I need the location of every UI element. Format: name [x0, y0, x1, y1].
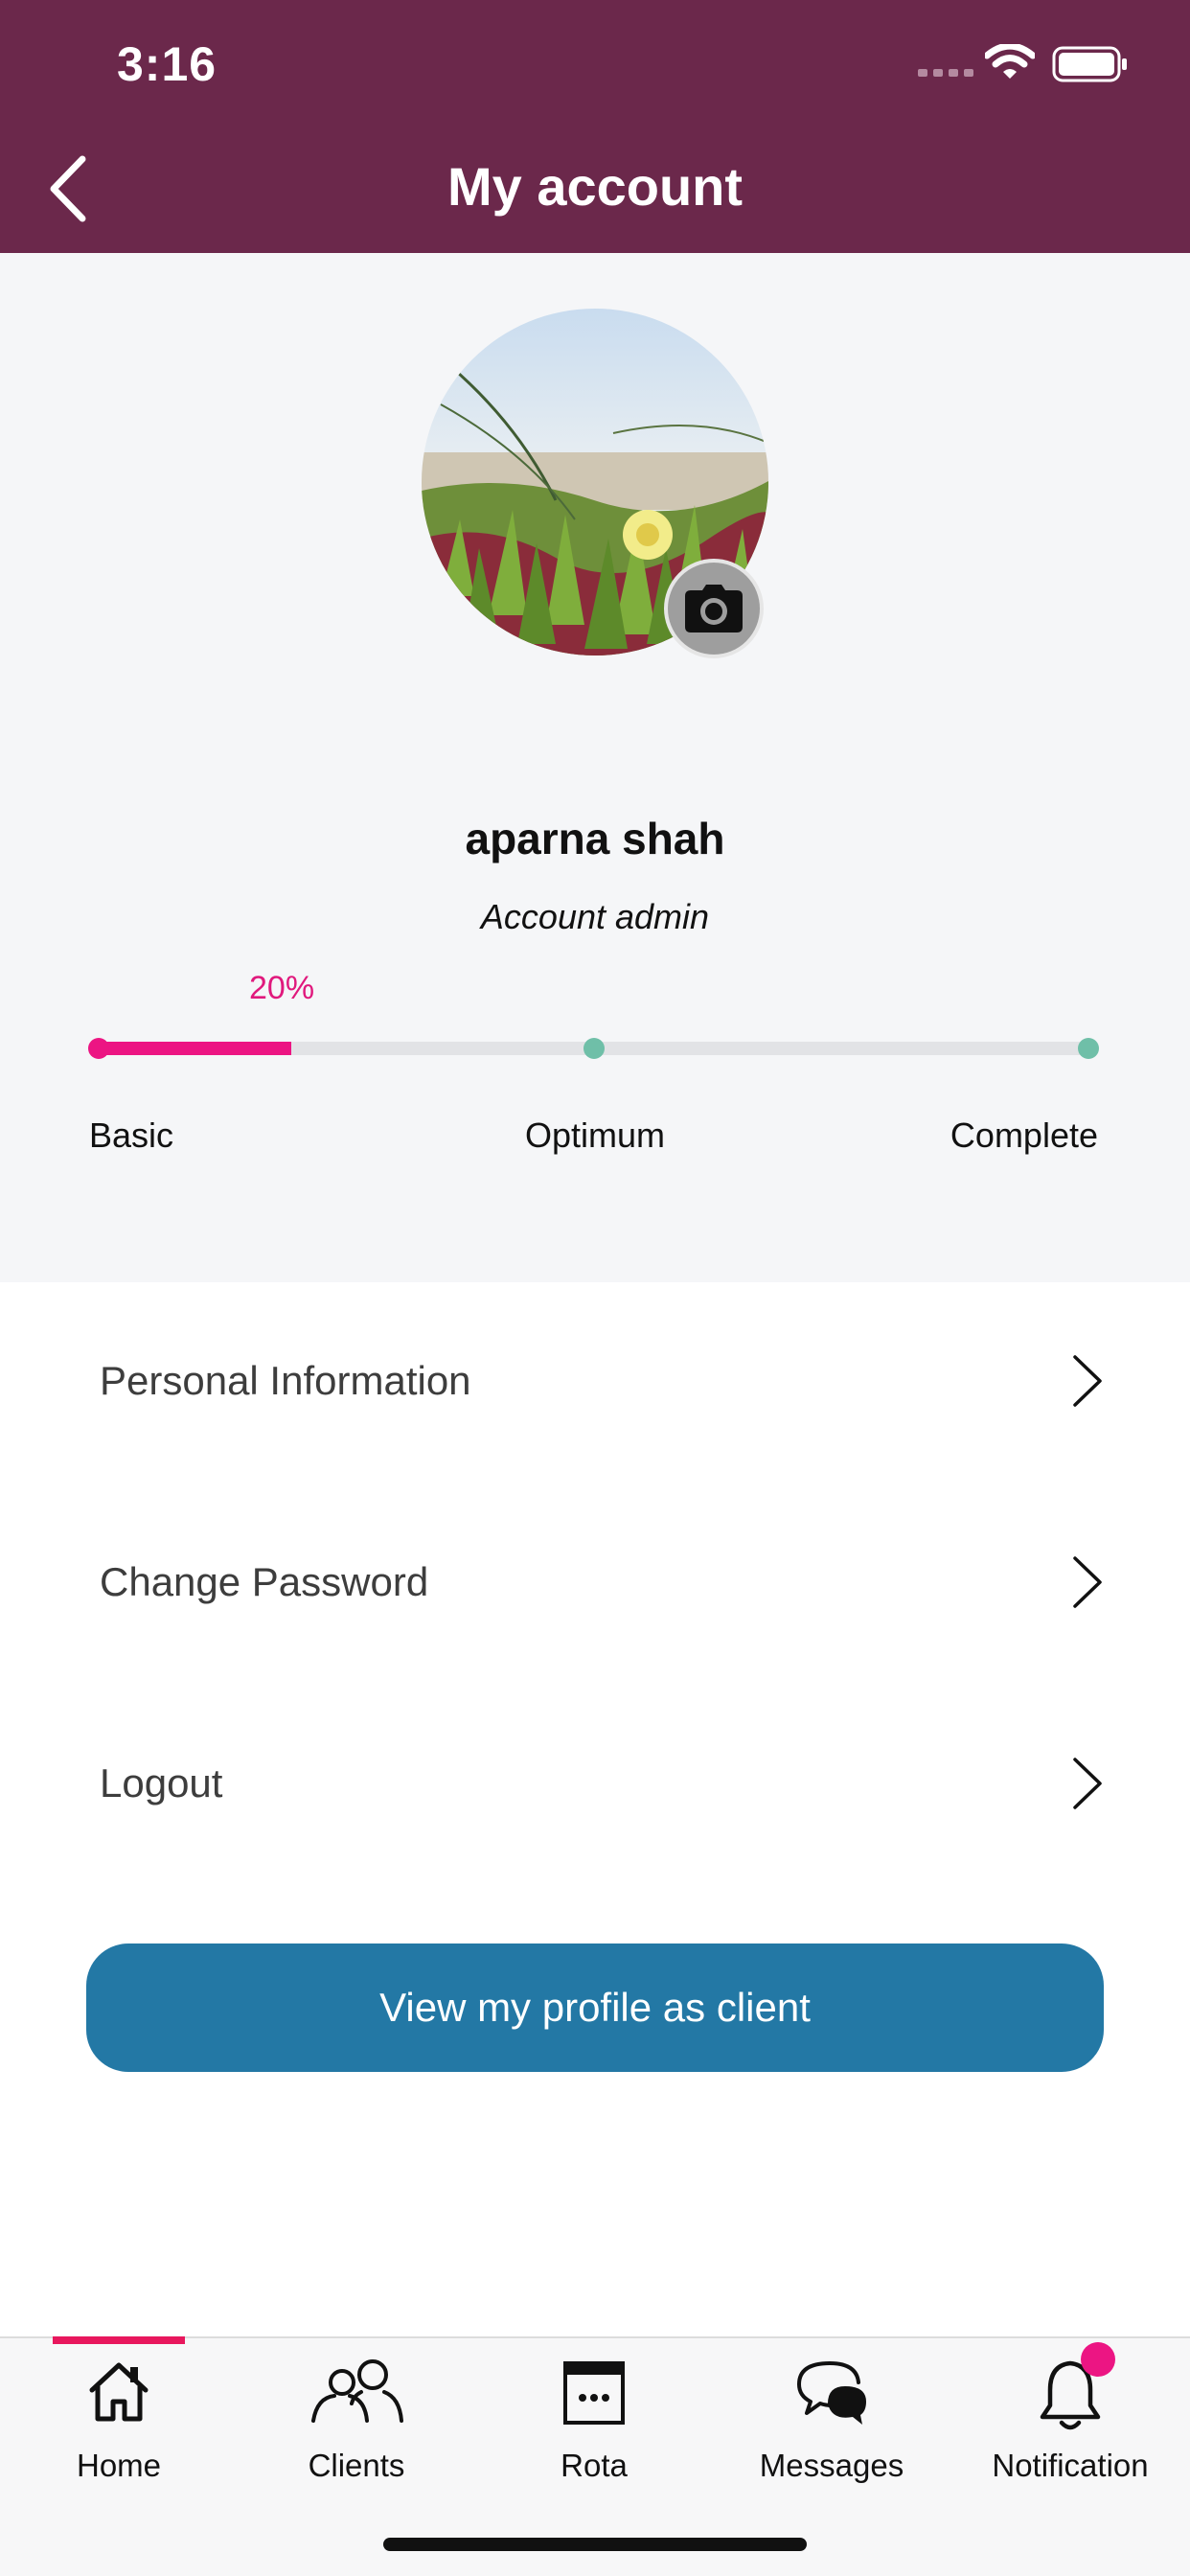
- notification-badge: [1081, 2342, 1115, 2377]
- cellular-signal-icon: [918, 69, 973, 77]
- tab-label: Notification: [992, 2448, 1149, 2483]
- menu-item-label: Change Password: [100, 1559, 429, 1604]
- chevron-right-icon: [1073, 1758, 1102, 1809]
- tab-home[interactable]: Home: [0, 2336, 238, 2520]
- user-role: Account admin: [480, 897, 710, 936]
- menu-item-personal-information[interactable]: Personal Information: [0, 1309, 1190, 1453]
- chevron-right-icon: [1073, 1355, 1102, 1407]
- tab-label: Home: [76, 2448, 162, 2483]
- milestone-label-complete: Complete: [950, 1116, 1098, 1155]
- tab-clients[interactable]: Clients: [238, 2338, 475, 2520]
- tab-label: Messages: [759, 2448, 904, 2483]
- status-time: 3:16: [117, 37, 217, 91]
- tab-rota[interactable]: Rota: [475, 2338, 713, 2520]
- home-indicator: [383, 2538, 807, 2551]
- milestone-dot-complete: [1078, 1038, 1099, 1059]
- milestone-dot-basic: [88, 1038, 109, 1059]
- wifi-icon: [985, 44, 1035, 79]
- camera-icon: [685, 585, 743, 632]
- menu-item-logout[interactable]: Logout: [0, 1712, 1190, 1855]
- tab-messages[interactable]: Messages: [713, 2338, 950, 2520]
- page-title: My account: [446, 156, 744, 217]
- change-photo-button[interactable]: [664, 559, 764, 658]
- view-profile-as-client-button[interactable]: View my profile as client: [86, 1944, 1104, 2072]
- milestone-dot-optimum: [584, 1038, 605, 1059]
- tab-notification[interactable]: Notification: [950, 2338, 1190, 2520]
- tab-label: Clients: [308, 2448, 405, 2483]
- chat-icon: [797, 2361, 866, 2425]
- menu-item-label: Personal Information: [100, 1358, 471, 1403]
- battery-icon: [1052, 46, 1127, 82]
- chevron-right-icon: [1073, 1556, 1102, 1608]
- users-icon: [311, 2359, 403, 2423]
- menu-item-change-password[interactable]: Change Password: [0, 1510, 1190, 1654]
- calendar-icon: [563, 2361, 625, 2425]
- profile-completion-percent: 20%: [249, 970, 315, 1006]
- menu-item-label: Logout: [100, 1760, 223, 1806]
- profile-completion-fill: [92, 1042, 291, 1055]
- tab-label: Rota: [561, 2448, 628, 2483]
- user-name: aparna shah: [465, 814, 725, 863]
- home-icon: [89, 2362, 149, 2422]
- active-tab-indicator: [53, 2336, 185, 2344]
- top-bar: 3:16 My account: [0, 0, 1190, 253]
